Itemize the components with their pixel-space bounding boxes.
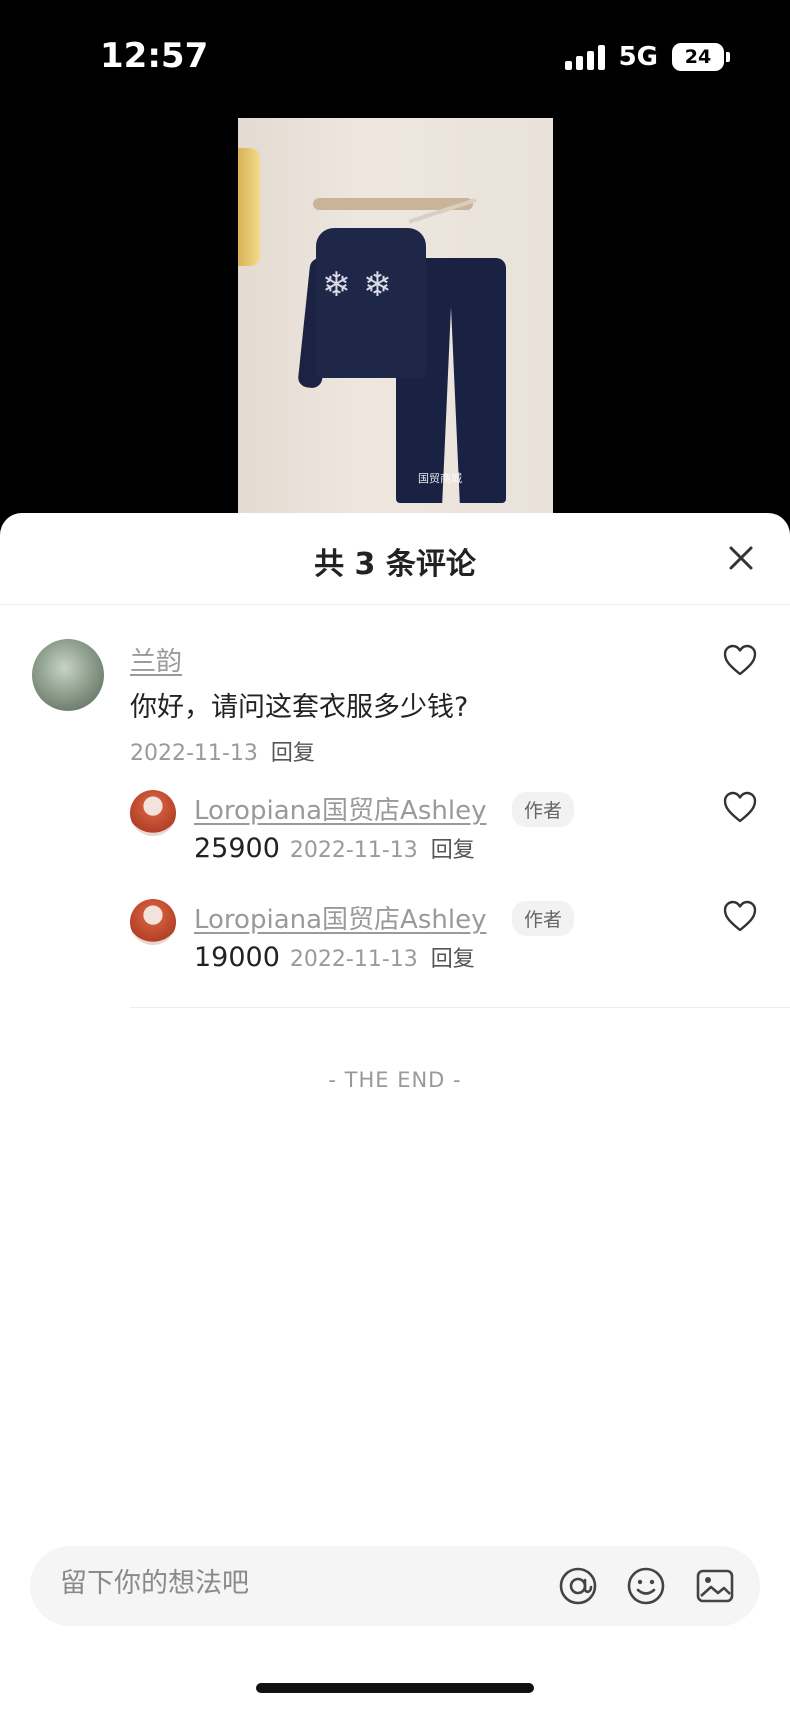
reply-text: 25900 [194, 833, 280, 864]
signal-icon [564, 44, 605, 70]
reply-button[interactable]: 回复 [271, 741, 315, 766]
battery-level: 24 [672, 43, 724, 71]
comments-header: 共 3 条评论 [0, 513, 790, 605]
at-icon[interactable] [558, 1566, 598, 1606]
snowflake-pattern: ❄ [322, 265, 351, 305]
avatar[interactable] [32, 639, 104, 711]
reply-button[interactable]: 回复 [431, 947, 475, 972]
status-time: 12:57 [100, 36, 209, 76]
comment-input[interactable] [60, 1568, 540, 1599]
reply-date: 2022-11-13 [289, 947, 418, 972]
comment-meta: 2022-11-13 回复 [130, 735, 315, 767]
reply-date: 2022-11-13 [289, 838, 418, 863]
heart-icon[interactable] [722, 899, 758, 933]
author-badge: 作者 [512, 792, 575, 827]
comment-text: 你好，请问这套衣服多少钱? [130, 692, 469, 723]
image-icon[interactable] [695, 1566, 735, 1606]
heart-icon[interactable] [722, 643, 758, 677]
divider [130, 1007, 790, 1008]
battery-icon: 24 [672, 43, 730, 71]
heart-icon[interactable] [722, 790, 758, 824]
emoji-icon[interactable] [626, 1566, 666, 1606]
reply-text: 19000 [194, 942, 280, 973]
product-photo[interactable]: ❄ ❄ 国贸商城 [238, 118, 553, 513]
reply-button[interactable]: 回复 [431, 838, 475, 863]
comment-username[interactable]: 兰韵 [130, 641, 182, 678]
avatar[interactable] [130, 899, 176, 945]
comments-count-title: 共 3 条评论 [314, 547, 476, 582]
comment-input-bar [30, 1546, 760, 1626]
reply-content: 25900 2022-11-13 回复 [194, 832, 475, 864]
wall-lamp [238, 148, 260, 266]
status-bar: 12:57 5G 24 [0, 0, 790, 120]
comments-sheet: 共 3 条评论 兰韵 你好，请问这套衣服多少钱? 2022-11-13 回复 L… [0, 513, 790, 1712]
comment-date: 2022-11-13 [130, 741, 258, 766]
home-indicator [256, 1683, 534, 1693]
photo-watermark: 国贸商城 [418, 472, 462, 485]
reply-username[interactable]: Loropiana国贸店Ashley [194, 790, 486, 827]
status-indicators: 5G 24 [564, 40, 730, 74]
author-badge: 作者 [512, 901, 575, 936]
close-icon[interactable] [726, 543, 756, 573]
snowflake-pattern: ❄ [363, 265, 392, 305]
reply-content: 19000 2022-11-13 回复 [194, 941, 475, 973]
avatar[interactable] [130, 790, 176, 836]
network-type: 5G [618, 42, 658, 72]
end-marker: - THE END - [328, 1068, 462, 1092]
reply-username[interactable]: Loropiana国贸店Ashley [194, 899, 486, 936]
